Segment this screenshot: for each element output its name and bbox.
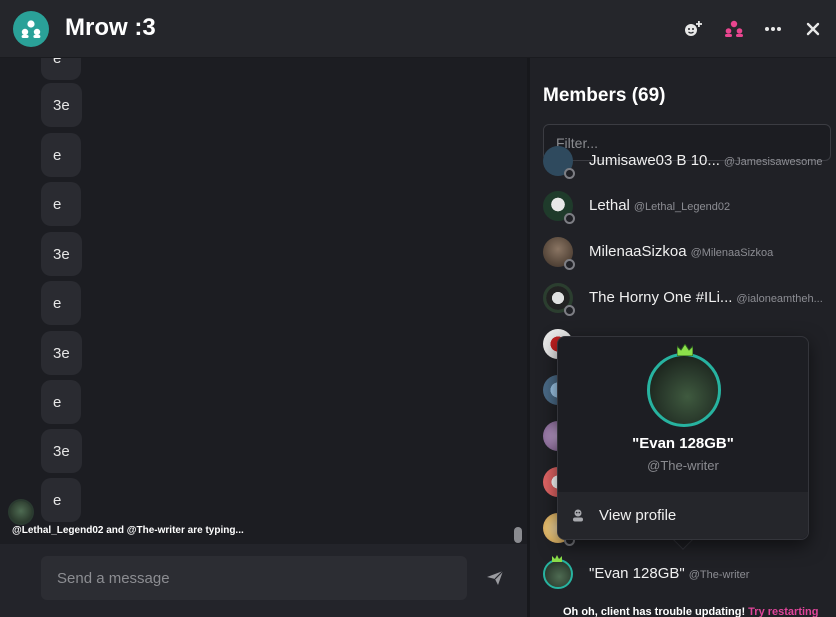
send-button[interactable] <box>484 567 506 589</box>
message-bubble: e <box>41 478 81 522</box>
member-name: MilenaaSizkoa <box>589 243 687 260</box>
status-indicator <box>564 213 575 224</box>
restart-link[interactable]: Try restarting <box>748 606 818 617</box>
view-profile-button[interactable]: View profile <box>558 492 808 539</box>
chat-app: Mrow :3 e 3e e e 3e e 3e e 3e e @Lethal_… <box>0 0 836 617</box>
more-icon <box>765 27 781 31</box>
status-indicator <box>564 168 575 179</box>
member-handle: @ialoneamtheh... <box>736 293 823 305</box>
member-item[interactable]: The Horny One #ILi... @ialoneamtheh... <box>530 275 836 321</box>
message-bubble: e <box>41 380 81 424</box>
group-icon[interactable] <box>13 11 49 47</box>
message-area: e 3e e e 3e e 3e e 3e e @Lethal_Legend02… <box>0 58 527 617</box>
member-name: The Horny One #ILi... <box>589 289 733 306</box>
members-button[interactable] <box>721 16 747 42</box>
member-handle: @The-writer <box>688 569 750 581</box>
member-item[interactable]: Jumisawe03 B 10... @Jamesisawesome <box>530 138 836 184</box>
view-profile-label: View profile <box>599 507 677 524</box>
channel-title: Mrow :3 <box>65 14 156 41</box>
close-icon <box>806 22 820 36</box>
member-handle: @MilenaaSizkoa <box>690 247 774 259</box>
close-button[interactable] <box>800 16 826 42</box>
message-bubble: 3e <box>41 83 82 127</box>
update-notice: Oh oh, client has trouble updating! Try … <box>563 606 818 617</box>
add-user-icon <box>685 21 702 36</box>
member-label: MilenaaSizkoa @MilenaaSizkoa <box>589 243 773 260</box>
typing-user-avatar <box>8 499 34 525</box>
member-item[interactable]: MilenaaSizkoa @MilenaaSizkoa <box>530 229 836 275</box>
member-item[interactable]: Lethal @Lethal_Legend02 <box>530 183 836 229</box>
member-item[interactable]: "Evan 128GB" @The-writer <box>530 551 836 597</box>
member-name: Jumisawe03 B 10... <box>589 152 720 169</box>
member-label: The Horny One #ILi... @ialoneamtheh... <box>589 289 831 306</box>
status-indicator <box>564 259 575 270</box>
add-user-button[interactable] <box>680 16 706 42</box>
member-handle: @Jamesisawesome <box>723 156 823 168</box>
channel-header: Mrow :3 <box>0 0 836 58</box>
crown-icon <box>677 344 693 356</box>
send-icon <box>487 570 504 585</box>
message-bubble: 3e <box>41 429 82 473</box>
profile-popup: "Evan 128GB" @The-writer View profile <box>557 336 809 540</box>
user-icon <box>573 509 583 522</box>
profile-handle: @The-writer <box>647 458 719 473</box>
message-bubble: 3e <box>41 331 82 375</box>
message-input[interactable] <box>41 556 467 600</box>
member-label: Jumisawe03 B 10... @Jamesisawesome <box>589 152 831 169</box>
more-button[interactable] <box>760 16 786 42</box>
status-indicator <box>564 305 575 316</box>
chat-scrollbar[interactable] <box>514 527 522 543</box>
members-icon <box>725 20 743 37</box>
members-title: Members (69) <box>543 85 666 106</box>
member-label: "Evan 128GB" @The-writer <box>589 565 749 582</box>
member-handle: @Lethal_Legend02 <box>633 201 731 213</box>
avatar <box>543 559 573 589</box>
message-bubble: e <box>41 182 81 226</box>
update-notice-text: Oh oh, client has trouble updating! <box>563 606 746 617</box>
message-bubble: 3e <box>41 232 82 276</box>
member-name: Lethal <box>589 197 630 214</box>
message-bubble: e <box>41 281 81 325</box>
message-bubble: e <box>41 133 81 177</box>
member-name: "Evan 128GB" <box>589 565 685 582</box>
message-bubble: e <box>41 58 81 80</box>
member-label: Lethal @Lethal_Legend02 <box>589 197 730 214</box>
profile-avatar <box>647 353 721 427</box>
profile-name: "Evan 128GB" <box>632 435 734 452</box>
crown-icon <box>552 555 562 562</box>
typing-indicator: @Lethal_Legend02 and @The-writer are typ… <box>12 525 244 536</box>
